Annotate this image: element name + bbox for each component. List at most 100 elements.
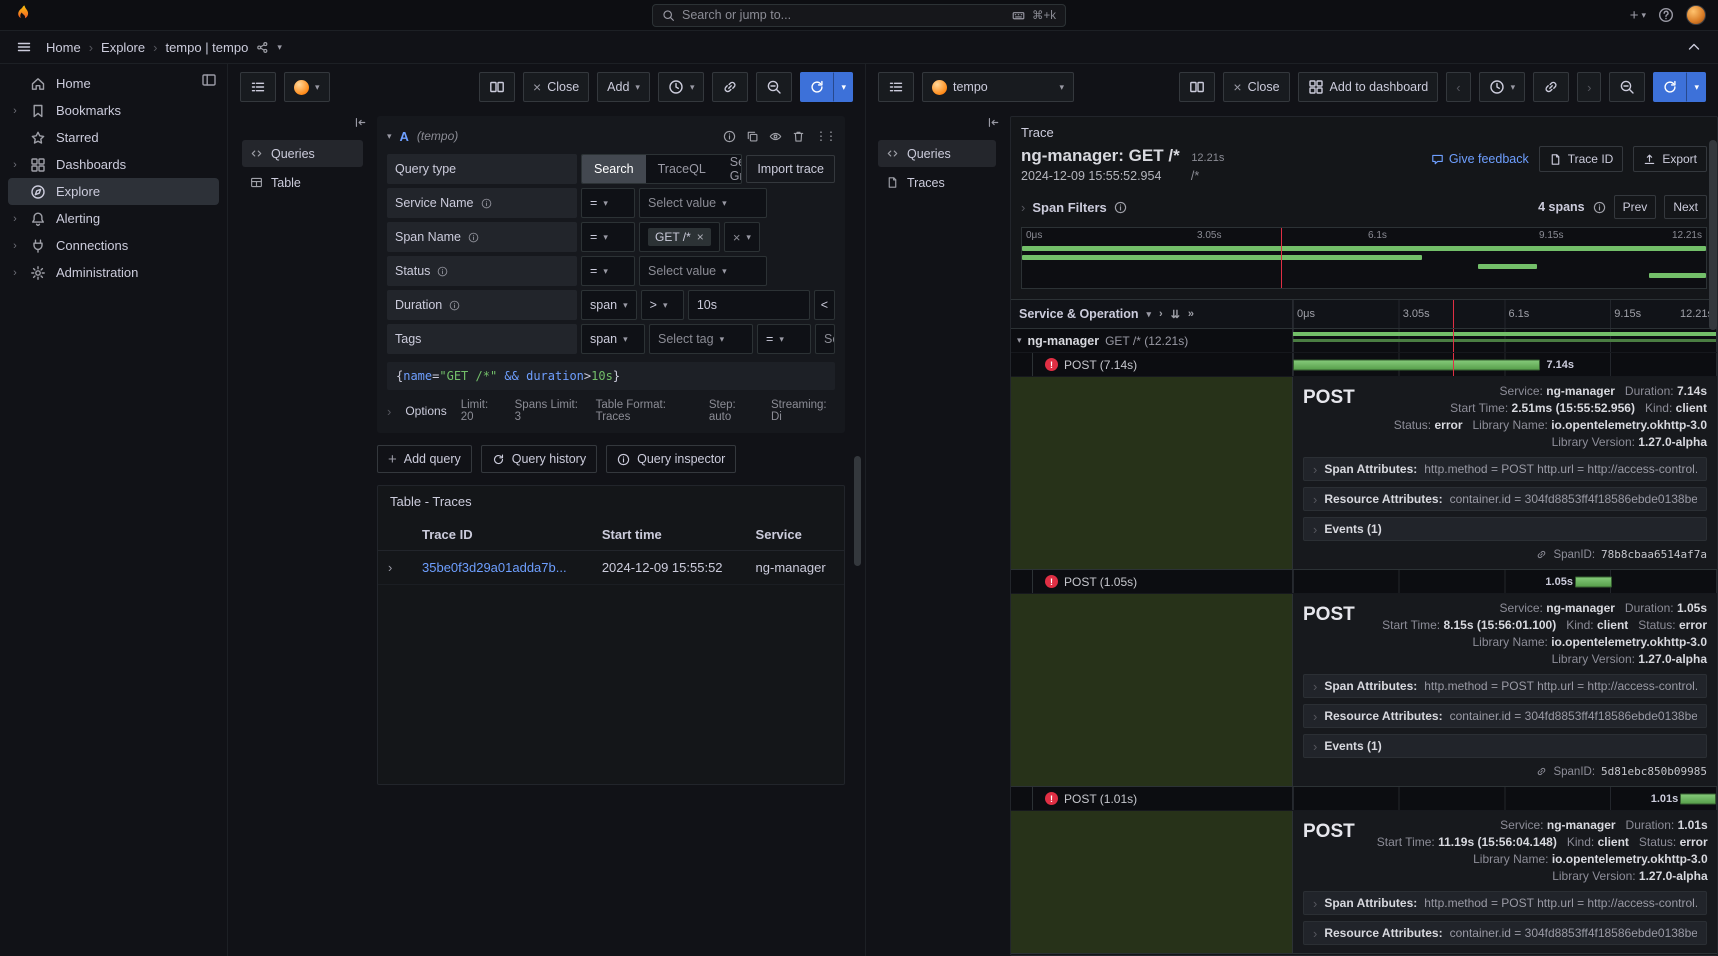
sidebar-item-dashboards[interactable]: › Dashboards — [8, 151, 219, 178]
outline-item-traces[interactable]: Traces — [878, 169, 996, 196]
remove-chip-icon[interactable]: × — [697, 230, 704, 244]
status-select[interactable]: Select value▾ — [639, 256, 767, 286]
span-name-select[interactable]: GET /* × — [639, 222, 720, 252]
sidebar-item-bookmarks[interactable]: › Bookmarks — [8, 97, 219, 124]
span-bar[interactable] — [1293, 359, 1540, 370]
query-drawer-toggle[interactable] — [878, 72, 914, 102]
chevron-down-icon[interactable]: ▾ — [1147, 310, 1152, 319]
sidebar-item-starred[interactable]: Starred — [8, 124, 219, 151]
share-link-button[interactable] — [1533, 72, 1569, 102]
table-row[interactable]: › 35be0f3d29a01adda7b... 2024-12-09 15:5… — [378, 551, 844, 585]
add-query-button[interactable]: + Add query — [377, 445, 472, 473]
close-pane-button[interactable]: × Close — [523, 72, 589, 102]
tag-operator[interactable]: =▾ — [757, 324, 811, 354]
duration-operator-2[interactable]: < — [814, 290, 835, 320]
duplicate-query-icon[interactable] — [746, 130, 759, 143]
span-attributes-accordion[interactable]: › Span Attributes: http.method = POST ht… — [1303, 457, 1707, 481]
refresh-interval-caret[interactable]: ▾ — [1687, 72, 1706, 102]
time-shift-forward-button[interactable]: › — [1577, 72, 1601, 102]
share-icon[interactable] — [256, 41, 269, 54]
span-name-clear[interactable]: × ▾ — [724, 222, 760, 252]
chevron-right-icon[interactable]: › — [1159, 308, 1163, 320]
give-feedback-link[interactable]: Give feedback — [1431, 152, 1529, 166]
trace-minimap[interactable]: 0μs 3.05s 6.1s 9.15s 12.21s — [1021, 227, 1707, 289]
chevron-down-icon[interactable]: ▾ — [277, 43, 282, 52]
info-icon[interactable] — [723, 130, 736, 143]
span-filters-label[interactable]: Span Filters — [1032, 200, 1106, 215]
expand-chevron-icon[interactable]: › — [10, 105, 20, 117]
resource-attributes-accordion[interactable]: › Resource Attributes: container.id = 30… — [1303, 487, 1707, 511]
right-pane-scrollbar[interactable] — [1709, 112, 1717, 954]
grafana-logo[interactable] — [12, 3, 34, 28]
row-expander-icon[interactable]: › — [378, 551, 412, 585]
query-type-search[interactable]: Search — [582, 155, 646, 183]
import-trace-button[interactable]: Import trace — [746, 155, 835, 183]
breadcrumb-explore[interactable]: Explore — [101, 40, 145, 55]
time-shift-back-button[interactable]: ‹ — [1446, 72, 1470, 102]
outline-item-queries[interactable]: Queries — [878, 140, 996, 167]
clear-icon[interactable]: × — [733, 230, 741, 245]
collapse-outline-button[interactable] — [354, 116, 367, 132]
run-query-button[interactable] — [1653, 72, 1687, 102]
sidebar-item-home[interactable]: Home — [8, 70, 219, 97]
outline-item-queries[interactable]: Queries — [242, 140, 363, 167]
trace-id-button[interactable]: Trace ID — [1539, 146, 1624, 172]
query-type-traceql[interactable]: TraceQL — [646, 155, 718, 183]
datasource-picker[interactable]: ▾ — [284, 72, 330, 102]
resource-attributes-accordion[interactable]: › Resource Attributes: container.id = 30… — [1303, 704, 1707, 728]
add-button[interactable]: Add ▾ — [597, 72, 650, 102]
span-row-post-1[interactable]: ! POST (7.14s) 7.14s — [1011, 353, 1717, 377]
span-row-post-2[interactable]: ! POST (1.05s) 1.05s — [1011, 570, 1717, 594]
collapse-all-icon[interactable]: ⇊ — [1171, 308, 1180, 321]
export-button[interactable]: Export — [1633, 146, 1707, 172]
sidebar-item-explore[interactable]: Explore — [8, 178, 219, 205]
duration-scope-select[interactable]: span▾ — [581, 290, 637, 320]
chevron-right-icon[interactable]: › — [1021, 200, 1025, 215]
sidebar-item-administration[interactable]: › Administration — [8, 259, 219, 286]
time-range-picker[interactable]: ▾ — [658, 72, 705, 102]
duration-input-box[interactable] — [688, 290, 810, 320]
user-avatar[interactable] — [1686, 5, 1706, 25]
events-accordion[interactable]: › Events (1) — [1303, 517, 1707, 541]
expand-chevron-icon[interactable]: › — [10, 159, 20, 171]
next-span-button[interactable]: Next — [1664, 195, 1707, 219]
service-operation-header[interactable]: Service & Operation — [1019, 307, 1139, 321]
split-view-button[interactable] — [479, 72, 515, 102]
column-header-start-time[interactable]: Start time — [592, 519, 746, 551]
service-name-operator[interactable]: =▾ — [581, 188, 635, 218]
span-name-operator[interactable]: =▾ — [581, 222, 635, 252]
tags-scope-select[interactable]: span▾ — [581, 324, 645, 354]
dock-menu-button[interactable] — [201, 72, 217, 91]
tag-value-select[interactable]: Select va — [815, 324, 835, 354]
expand-chevron-icon[interactable]: › — [10, 213, 20, 225]
expand-all-icon[interactable]: » — [1188, 308, 1194, 320]
time-range-picker[interactable]: ▾ — [1479, 72, 1526, 102]
zoom-out-button[interactable] — [756, 72, 792, 102]
split-view-button[interactable] — [1179, 72, 1215, 102]
column-header-trace-id[interactable]: Trace ID — [412, 519, 592, 551]
breadcrumb-home[interactable]: Home — [46, 40, 81, 55]
breadcrumb-session[interactable]: tempo | tempo — [165, 40, 248, 55]
events-accordion[interactable]: › Events (1) — [1303, 734, 1707, 758]
hide-query-icon[interactable] — [769, 130, 782, 143]
datasource-picker[interactable]: tempo ▾ — [922, 72, 1074, 102]
collapse-outline-button[interactable] — [987, 116, 1000, 132]
status-operator[interactable]: =▾ — [581, 256, 635, 286]
link-icon[interactable] — [1536, 766, 1547, 777]
service-name-select[interactable]: Select value▾ — [639, 188, 767, 218]
duration-input[interactable] — [697, 298, 801, 312]
link-icon[interactable] — [1536, 549, 1547, 560]
span-row-post-3[interactable]: ! POST (1.01s) 1.01s — [1011, 787, 1717, 811]
sidebar-item-alerting[interactable]: › Alerting — [8, 205, 219, 232]
new-menu-button[interactable]: + ▾ — [1630, 8, 1646, 23]
query-history-button[interactable]: Query history — [481, 445, 597, 473]
query-options-summary[interactable]: › Options Limit: 20 Spans Limit: 3 Table… — [387, 399, 835, 423]
expand-chevron-icon[interactable]: › — [10, 267, 20, 279]
drag-handle-icon[interactable]: ⋮⋮ — [815, 129, 835, 143]
help-button[interactable] — [1658, 7, 1674, 23]
run-query-button[interactable] — [800, 72, 834, 102]
search-input[interactable] — [682, 8, 1005, 22]
left-pane-scrollbar[interactable] — [854, 116, 861, 950]
add-to-dashboard-button[interactable]: Add to dashboard — [1298, 72, 1439, 102]
query-inspector-button[interactable]: Query inspector — [606, 445, 736, 473]
